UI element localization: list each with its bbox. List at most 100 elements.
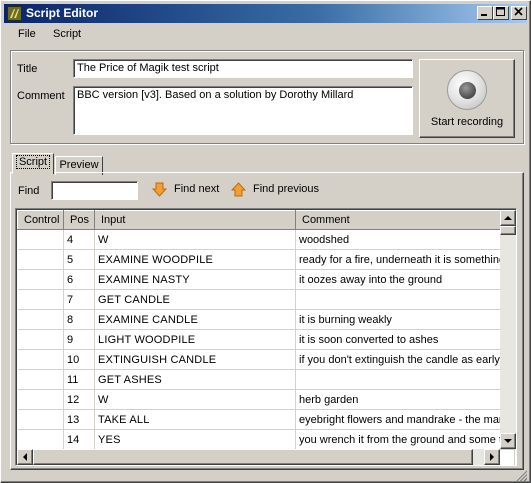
tab-script-label: Script (15, 155, 51, 169)
control-cell[interactable] (17, 229, 64, 250)
control-cell[interactable] (17, 429, 64, 450)
comment-field[interactable]: BBC version [v3]. Based on a solution by… (73, 86, 413, 135)
minimize-icon (481, 14, 487, 16)
scroll-right-arrow-icon (490, 453, 494, 461)
pos-cell[interactable]: 13 (63, 409, 95, 430)
input-cell[interactable]: EXAMINE WOODPILE (94, 249, 296, 270)
minimize-button[interactable] (477, 6, 493, 20)
table-row[interactable]: 4 Wwoodshed (17, 229, 516, 250)
comment-cell[interactable]: if you don't extinguish the candle as ea… (295, 349, 516, 370)
control-cell[interactable] (17, 369, 64, 390)
comment-cell[interactable]: herb garden (295, 389, 516, 410)
comment-cell[interactable] (295, 369, 516, 390)
pos-cell[interactable]: 5 (63, 249, 95, 270)
pos-cell[interactable]: 8 (63, 309, 95, 330)
control-cell[interactable] (17, 329, 64, 350)
title-bar[interactable]: Script Editor (4, 4, 527, 23)
title-field[interactable]: The Price of Magik test script (73, 59, 413, 78)
table-row[interactable]: 8 EXAMINE CANDLE it is burning weakly (17, 309, 516, 330)
input-cell[interactable]: W (94, 229, 296, 250)
control-cell[interactable] (17, 269, 64, 290)
control-cell[interactable] (17, 409, 64, 430)
arrow-down-icon (152, 182, 167, 197)
close-icon (514, 7, 523, 16)
column-header-input[interactable]: Input (94, 210, 296, 230)
find-previous-button[interactable]: Find previous (231, 181, 321, 199)
scroll-down-arrow-icon (504, 439, 512, 443)
comment-cell[interactable]: you wrench it from the ground and some t… (295, 429, 516, 450)
control-cell[interactable] (17, 389, 64, 410)
script-table: Control Pos Input Comment 4 Wwoodshed 5 EXA… (17, 210, 516, 465)
scroll-left-button[interactable] (17, 449, 33, 465)
scroll-up-button[interactable] (500, 210, 516, 226)
scroll-down-button[interactable] (500, 433, 516, 449)
pos-cell[interactable]: 11 (63, 369, 95, 390)
comment-cell[interactable]: it is soon converted to ashes (295, 329, 516, 350)
pos-cell[interactable]: 4 (63, 229, 95, 250)
input-cell[interactable]: LIGHT WOODPILE (94, 329, 296, 350)
vertical-scrollbar[interactable] (500, 210, 516, 449)
control-cell[interactable] (17, 289, 64, 310)
input-cell[interactable]: EXAMINE NASTY (94, 269, 296, 290)
resize-grip-icon[interactable] (515, 469, 527, 481)
maximize-icon (496, 7, 505, 16)
table-row[interactable]: 14 YES you wrench it from the ground and s… (17, 429, 516, 450)
table-header-row: Control Pos Input Comment (17, 210, 516, 230)
input-cell[interactable]: YES (94, 429, 296, 450)
input-cell[interactable]: W (94, 389, 296, 410)
input-cell[interactable]: GET ASHES (94, 369, 296, 390)
window-title: Script Editor (26, 6, 99, 20)
tab-script[interactable]: Script (12, 153, 54, 174)
find-input[interactable] (51, 181, 138, 200)
pos-cell[interactable]: 6 (63, 269, 95, 290)
comment-cell[interactable]: it is burning weakly (295, 309, 516, 330)
pos-cell[interactable]: 9 (63, 329, 95, 350)
table-row[interactable]: 5 EXAMINE WOODPILE ready for a fire, under… (17, 249, 516, 270)
title-label: Title (17, 63, 38, 75)
script-editor-app-icon[interactable] (7, 6, 22, 21)
vertical-scroll-thumb[interactable] (500, 226, 516, 235)
horizontal-scrollbar[interactable] (17, 449, 500, 465)
find-next-label: Find next (174, 183, 220, 195)
table-row[interactable]: 13 TAKE ALL eyebright flowers and mandrake… (17, 409, 516, 430)
table-row[interactable]: 11 GET ASHES (17, 369, 516, 390)
pos-cell[interactable]: 7 (63, 289, 95, 310)
control-cell[interactable] (17, 249, 64, 270)
horizontal-scroll-thumb[interactable] (33, 449, 473, 465)
maximize-button[interactable] (493, 6, 509, 20)
pos-cell[interactable]: 14 (63, 429, 95, 450)
comment-cell[interactable]: eyebright flowers and mandrake - the man… (295, 409, 516, 430)
scroll-up-arrow-icon (504, 216, 512, 220)
comment-cell[interactable] (295, 289, 516, 310)
table-row[interactable]: 9 LIGHT WOODPILE it is soon converted to a… (17, 329, 516, 350)
input-cell[interactable]: GET CANDLE (94, 289, 296, 310)
record-icon (447, 70, 487, 110)
column-header-control[interactable]: Control (17, 210, 64, 230)
input-cell[interactable]: EXAMINE CANDLE (94, 309, 296, 330)
column-header-comment[interactable]: Comment (294, 210, 516, 230)
table-row[interactable]: 12 Wherb garden (17, 389, 516, 410)
menu-script[interactable]: Script (53, 28, 81, 40)
start-recording-label: Start recording (430, 116, 504, 128)
scroll-right-button[interactable] (484, 449, 500, 465)
find-label: Find (18, 185, 40, 197)
table-row[interactable]: 6 EXAMINE NASTY it oozes away into the gro… (17, 269, 516, 290)
pos-cell[interactable]: 12 (63, 389, 95, 410)
pos-cell[interactable]: 10 (63, 349, 95, 370)
menu-file[interactable]: File (18, 28, 36, 40)
input-cell[interactable]: EXTINGUISH CANDLE (94, 349, 296, 370)
comment-cell[interactable]: woodshed (295, 229, 516, 250)
comment-cell[interactable]: ready for a fire, underneath it is somet… (295, 249, 516, 270)
column-header-pos[interactable]: Pos (63, 210, 95, 230)
find-next-button[interactable]: Find next (152, 181, 222, 199)
scroll-left-arrow-icon (23, 453, 27, 461)
input-cell[interactable]: TAKE ALL (94, 409, 296, 430)
table-row[interactable]: 10 EXTINGUISH CANDLE if you don't extingui… (17, 349, 516, 370)
start-recording-button[interactable]: Start recording (419, 59, 515, 138)
comment-cell[interactable]: it oozes away into the ground (295, 269, 516, 290)
table-row[interactable]: 7 GET CANDLE (17, 289, 516, 310)
close-button[interactable] (511, 6, 527, 20)
tab-preview-label: Preview (59, 159, 99, 171)
control-cell[interactable] (17, 309, 64, 330)
control-cell[interactable] (17, 349, 64, 370)
